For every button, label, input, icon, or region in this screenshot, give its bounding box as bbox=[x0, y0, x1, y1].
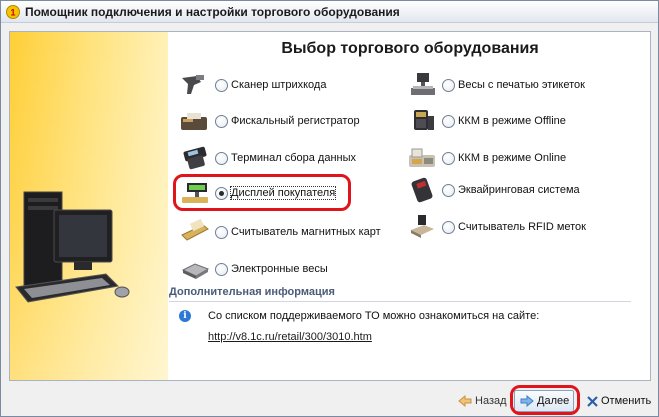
title-bar: 1 Помощник подключения и настройки торго… bbox=[1, 1, 658, 23]
device-label: Фискальный регистратор bbox=[231, 115, 360, 127]
info-icon: i bbox=[179, 310, 191, 322]
close-icon bbox=[587, 395, 598, 407]
cash-register-online-icon bbox=[404, 144, 440, 172]
arrow-left-icon bbox=[458, 395, 472, 407]
computer-illustration-icon bbox=[15, 191, 130, 303]
device-label-scales[interactable]: Весы с печатью этикеток bbox=[404, 71, 585, 99]
back-button[interactable]: Назад bbox=[453, 390, 512, 412]
device-acquiring-system[interactable]: Эквайринговая система bbox=[404, 176, 580, 204]
svg-text:1: 1 bbox=[10, 7, 15, 17]
radio-data-terminal[interactable] bbox=[215, 151, 228, 165]
radio-electronic-scales[interactable] bbox=[215, 262, 228, 276]
page-title: Выбор торгового оборудования bbox=[281, 40, 539, 57]
wizard-button-bar: Назад Далее Отменить bbox=[1, 384, 658, 416]
barcode-scanner-icon bbox=[177, 71, 213, 99]
device-fiscal-printer[interactable]: Фискальный регистратор bbox=[177, 107, 360, 135]
label-scales-icon bbox=[404, 71, 440, 99]
device-label: ККМ в режиме Offline bbox=[458, 115, 566, 127]
device-label: Весы с печатью этикеток bbox=[458, 79, 585, 91]
cancel-button[interactable]: Отменить bbox=[582, 390, 656, 412]
card-reader-icon bbox=[177, 218, 213, 246]
device-label: Эквайринговая система bbox=[458, 184, 580, 196]
scales-icon bbox=[177, 255, 213, 283]
device-data-terminal[interactable]: Терминал сбора данных bbox=[177, 144, 356, 172]
radio-kkm-offline[interactable] bbox=[442, 114, 455, 128]
device-card-reader[interactable]: Считыватель магнитных карт bbox=[177, 218, 381, 246]
window-title: Помощник подключения и настройки торгово… bbox=[25, 4, 400, 19]
device-label: ККМ в режиме Online bbox=[458, 152, 567, 164]
rfid-reader-icon bbox=[404, 213, 440, 241]
device-barcode-scanner[interactable]: Сканер штрихкода bbox=[177, 71, 326, 99]
pos-terminal-icon bbox=[404, 176, 440, 204]
next-button-highlight bbox=[510, 385, 580, 415]
fiscal-printer-icon bbox=[177, 107, 213, 135]
radio-barcode-scanner[interactable] bbox=[215, 78, 228, 92]
cash-register-offline-icon bbox=[404, 107, 440, 135]
device-kkm-offline[interactable]: ККМ в режиме Offline bbox=[404, 107, 566, 135]
side-banner bbox=[10, 32, 168, 380]
cancel-button-label: Отменить bbox=[601, 395, 652, 407]
info-header-label: Дополнительная информация bbox=[169, 286, 335, 298]
device-electronic-scales[interactable]: Электронные весы bbox=[177, 255, 328, 283]
device-label: Сканер штрихкода bbox=[231, 79, 327, 91]
wizard-window: 1 Помощник подключения и настройки торго… bbox=[0, 0, 659, 417]
device-rfid-reader[interactable]: Считыватель RFID меток bbox=[404, 213, 586, 241]
radio-acquiring-system[interactable] bbox=[442, 183, 455, 197]
data-terminal-icon bbox=[177, 144, 213, 172]
info-text: Со списком поддерживаемого ТО можно озна… bbox=[208, 310, 540, 322]
radio-kkm-online[interactable] bbox=[442, 151, 455, 165]
retail-support-link[interactable]: http://v8.1c.ru/retail/300/3010.htm bbox=[208, 331, 372, 343]
app-logo-icon: 1 bbox=[6, 4, 20, 19]
device-label: Терминал сбора данных bbox=[231, 152, 357, 164]
info-section-header: Дополнительная информация bbox=[169, 286, 631, 302]
device-label: Считыватель магнитных карт bbox=[231, 226, 381, 238]
selection-highlight bbox=[173, 174, 351, 211]
radio-card-reader[interactable] bbox=[215, 225, 228, 239]
device-kkm-online[interactable]: ККМ в режиме Online bbox=[404, 144, 566, 172]
radio-rfid-reader[interactable] bbox=[442, 220, 455, 234]
device-label: Считыватель RFID меток bbox=[458, 221, 586, 233]
radio-label-scales[interactable] bbox=[442, 78, 455, 92]
radio-fiscal-printer[interactable] bbox=[215, 114, 228, 128]
back-button-label: Назад bbox=[475, 395, 507, 407]
device-label: Электронные весы bbox=[231, 263, 328, 275]
